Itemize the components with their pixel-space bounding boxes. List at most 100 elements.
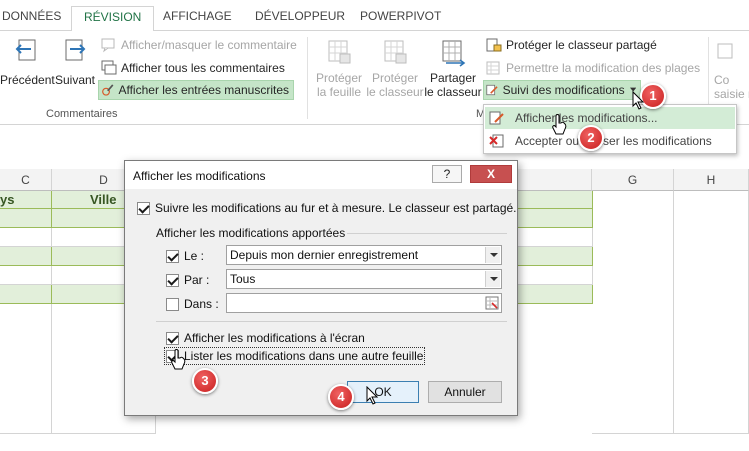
table-cell[interactable]: [0, 285, 52, 304]
protect-workbook-icon: [384, 40, 407, 64]
track-changes-label: Suivi des modifications: [502, 83, 625, 97]
checkbox-box[interactable]: [166, 249, 179, 263]
when-checkbox[interactable]: Le :: [166, 249, 204, 263]
table-header-cell-pays[interactable]: ys: [0, 191, 52, 209]
protect-workbook-button[interactable]: Protéger le classeur: [366, 37, 424, 99]
track-while-editing-label: Suivre les modifications au fur et à mes…: [155, 201, 517, 215]
section-divider: [347, 233, 507, 234]
allow-edit-ranges-button[interactable]: Permettre la modification des plages: [484, 58, 704, 78]
track-changes-button[interactable]: Suivi des modifications: [483, 80, 641, 100]
allow-ranges-icon: [486, 61, 500, 75]
dialog-title-bar: Afficher les modifications ? X: [125, 161, 517, 189]
group-separator: [307, 37, 308, 119]
highlight-changes-label: Afficher les modifications...: [515, 111, 658, 125]
empty-cell[interactable]: [592, 191, 674, 434]
checkbox-box[interactable]: [166, 297, 179, 311]
when-label: Le :: [184, 249, 205, 263]
checkbox-box[interactable]: [166, 331, 179, 345]
column-d-label: D: [99, 173, 108, 187]
comment-icon: [101, 38, 115, 53]
partial-ribbon-icon: [717, 43, 733, 59]
comments-icon: [101, 60, 117, 75]
when-value: Depuis mon dernier enregistrement: [230, 248, 419, 262]
chevron-down-icon[interactable]: [485, 271, 500, 287]
column-h-label: H: [706, 173, 716, 187]
accept-reject-icon: [489, 134, 504, 148]
mouse-cursor-icon: [632, 91, 645, 110]
ville-header-text: Ville: [90, 192, 117, 207]
where-checkbox[interactable]: Dans :: [166, 297, 219, 311]
share-workbook-label-2: le classeur: [424, 85, 482, 99]
previous-comment-button[interactable]: Précédent: [0, 37, 55, 87]
who-value: Tous: [230, 272, 256, 286]
protect-sheet-button[interactable]: Protéger la feuille: [313, 37, 365, 99]
help-button[interactable]: ?: [432, 165, 462, 183]
column-header-h[interactable]: H: [674, 169, 749, 191]
when-select[interactable]: Depuis mon dernier enregistrement: [226, 245, 502, 265]
protect-sheet-label-2: la feuille: [316, 85, 362, 99]
on-screen-checkbox[interactable]: Afficher les modifications à l'écran: [166, 331, 365, 345]
allow-ranges-label: Permettre la modification des plages: [506, 61, 701, 75]
tab-revision[interactable]: RÉVISION: [71, 6, 155, 32]
table-cell[interactable]: [0, 266, 52, 285]
previous-comment-label: Précédent: [0, 73, 55, 87]
table-cell[interactable]: [0, 228, 52, 247]
new-sheet-label: Lister les modifications dans une autre …: [184, 349, 424, 363]
share-workbook-icon: [442, 40, 466, 67]
cancel-button[interactable]: Annuler: [428, 381, 502, 403]
table-cell[interactable]: [0, 209, 52, 228]
checkbox-box[interactable]: [166, 273, 179, 287]
tab-donnees[interactable]: DONNÉES: [2, 9, 61, 23]
who-checkbox[interactable]: Par :: [166, 273, 209, 287]
show-hide-comment-button[interactable]: Afficher/masquer le commentaire: [99, 35, 301, 55]
hand-cursor-icon: [171, 349, 186, 370]
column-c-label: C: [21, 173, 30, 187]
highlight-changes-icon: [489, 111, 504, 125]
checkbox-box[interactable]: [137, 201, 150, 215]
close-button[interactable]: X: [470, 165, 512, 183]
highlight-changes-dialog: Afficher les modifications ? X Suivre le…: [124, 160, 518, 416]
show-ink-button[interactable]: Afficher les entrées manuscrites: [98, 80, 294, 100]
share-workbook-button[interactable]: Partager le classeur: [424, 37, 482, 99]
ok-button[interactable]: OK: [347, 381, 419, 403]
protect-shared-workbook-button[interactable]: Protéger le classeur partagé: [484, 35, 661, 55]
partial-ribbon-label-2: saisie n: [714, 87, 749, 101]
tab-affichage[interactable]: AFFICHAGE: [163, 9, 232, 23]
next-comment-button[interactable]: Suivant: [52, 37, 98, 87]
previous-comment-icon: [15, 39, 36, 61]
table-cell[interactable]: [0, 247, 52, 266]
column-header-c[interactable]: C: [0, 169, 52, 191]
range-picker-icon[interactable]: [485, 296, 499, 310]
chevron-down-icon[interactable]: [485, 247, 500, 263]
section-label: Afficher les modifications apportées: [156, 226, 346, 240]
hand-cursor-icon: [552, 114, 567, 135]
protect-shared-label: Protéger le classeur partagé: [506, 38, 657, 52]
ink-pen-icon: [102, 84, 114, 96]
empty-cell[interactable]: [674, 191, 749, 434]
menu-item-accept-reject[interactable]: Accepter ou refuser les modifications: [485, 130, 735, 152]
step-badge-3: 3: [192, 368, 218, 394]
column-header-g[interactable]: G: [592, 169, 674, 191]
where-input[interactable]: [226, 293, 502, 313]
empty-cell[interactable]: [0, 304, 52, 434]
protect-sheet-icon: [328, 40, 351, 64]
accept-reject-label: Accepter ou refuser les modifications: [515, 134, 712, 148]
new-sheet-checkbox[interactable]: Lister les modifications dans une autre …: [163, 347, 426, 365]
who-label: Par :: [184, 273, 210, 287]
comments-group-label: Commentaires: [46, 108, 118, 120]
where-label: Dans :: [184, 297, 219, 311]
track-changes-icon: [486, 84, 498, 96]
protect-workbook-label-1: Protéger: [371, 71, 419, 85]
partial-ribbon-button[interactable]: Co saisie n: [714, 43, 749, 101]
step-badge-2: 2: [578, 125, 604, 151]
who-select[interactable]: Tous: [226, 269, 502, 289]
step-badge-4: 4: [328, 384, 354, 410]
show-all-comments-label: Afficher tous les commentaires: [121, 61, 285, 75]
menu-item-highlight-changes[interactable]: Afficher les modifications...: [485, 107, 735, 129]
tab-powerpivot[interactable]: POWERPIVOT: [360, 9, 441, 23]
protect-shared-icon: [486, 38, 502, 52]
show-all-comments-button[interactable]: Afficher tous les commentaires: [99, 58, 289, 78]
tab-developpeur[interactable]: DÉVELOPPEUR: [255, 9, 345, 23]
track-while-editing-checkbox[interactable]: Suivre les modifications au fur et à mes…: [137, 201, 517, 215]
next-comment-icon: [65, 39, 86, 61]
